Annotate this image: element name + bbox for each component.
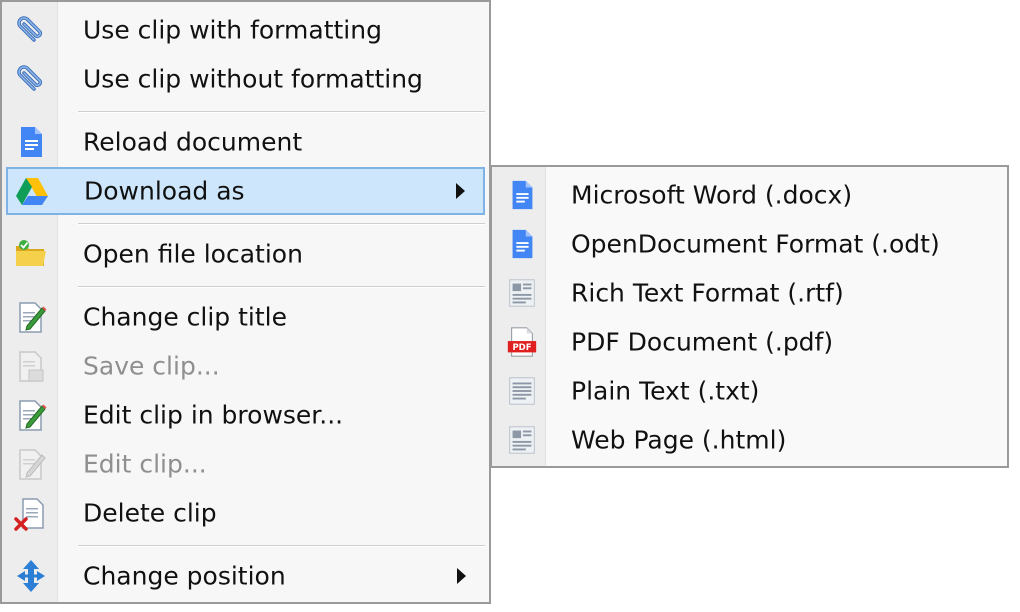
menu-item-label: Download as <box>84 176 245 206</box>
submenu-arrow-icon <box>456 183 465 199</box>
change-position-item[interactable]: Change position <box>6 553 485 599</box>
submenu-item-label: Rich Text Format (.rtf) <box>571 278 844 308</box>
menu-item-label: Change position <box>83 561 286 591</box>
google-doc-icon <box>505 178 539 212</box>
edit-page-icon <box>13 299 49 335</box>
menu-item-label: Delete clip <box>83 498 217 528</box>
submenu-item-label: Plain Text (.txt) <box>571 376 760 406</box>
open-file-location-item[interactable]: Open file location <box>6 231 485 277</box>
google-drive-icon <box>14 173 50 209</box>
menu-item-label: Change clip title <box>83 302 287 332</box>
use-clip-without-formatting-item[interactable]: Use clip without formatting <box>6 56 485 102</box>
move-arrows-icon <box>13 558 49 594</box>
download-docx-item[interactable]: Microsoft Word (.docx) <box>496 171 1003 219</box>
edit-clip-in-browser-item[interactable]: Edit clip in browser... <box>6 392 485 438</box>
pdf-icon: PDF <box>505 325 539 359</box>
submenu-arrow-icon <box>457 568 466 584</box>
menu-item-label: Use clip without formatting <box>83 64 423 94</box>
menu-item-label: Edit clip... <box>83 449 207 479</box>
submenu-item-label: PDF Document (.pdf) <box>571 327 834 357</box>
edit-clip-item[interactable]: Edit clip... <box>6 441 485 487</box>
folder-icon <box>13 236 49 272</box>
edit-page-icon <box>13 446 49 482</box>
paperclip-icon <box>13 12 49 48</box>
menu-item-label: Edit clip in browser... <box>83 400 344 430</box>
menu-separator <box>78 223 485 225</box>
edit-page-icon <box>13 397 49 433</box>
submenu-item-label: Microsoft Word (.docx) <box>571 180 853 210</box>
submenu-item-label: OpenDocument Format (.odt) <box>571 229 940 259</box>
download-as-submenu: Microsoft Word (.docx) OpenDocument Form… <box>490 165 1009 468</box>
delete-clip-item[interactable]: Delete clip <box>6 490 485 536</box>
svg-text:PDF: PDF <box>512 343 531 353</box>
download-html-item[interactable]: Web Page (.html) <box>496 416 1003 464</box>
text-document-icon <box>505 276 539 310</box>
save-clip-item[interactable]: Save clip... <box>6 343 485 389</box>
delete-page-icon <box>13 495 49 531</box>
google-doc-icon <box>505 227 539 261</box>
menu-separator <box>78 111 485 113</box>
submenu-item-label: Web Page (.html) <box>571 425 787 455</box>
menu-item-label: Reload document <box>83 127 303 157</box>
reload-document-item[interactable]: Reload document <box>6 119 485 165</box>
download-pdf-item[interactable]: PDF PDF Document (.pdf) <box>496 318 1003 366</box>
download-rtf-item[interactable]: Rich Text Format (.rtf) <box>496 269 1003 317</box>
save-page-icon <box>13 348 49 384</box>
google-doc-icon <box>13 124 49 160</box>
text-document-icon <box>505 423 539 457</box>
change-clip-title-item[interactable]: Change clip title <box>6 294 485 340</box>
text-document-icon <box>505 374 539 408</box>
menu-item-label: Open file location <box>83 239 303 269</box>
paperclip-icon <box>13 61 49 97</box>
context-menu: Use clip with formatting Use clip withou… <box>0 0 491 604</box>
download-txt-item[interactable]: Plain Text (.txt) <box>496 367 1003 415</box>
download-as-item[interactable]: Download as <box>6 167 485 215</box>
menu-separator <box>78 545 485 547</box>
use-clip-with-formatting-item[interactable]: Use clip with formatting <box>6 7 485 53</box>
menu-separator <box>78 286 485 288</box>
download-odt-item[interactable]: OpenDocument Format (.odt) <box>496 220 1003 268</box>
menu-item-label: Use clip with formatting <box>83 15 382 45</box>
menu-item-label: Save clip... <box>83 351 220 381</box>
